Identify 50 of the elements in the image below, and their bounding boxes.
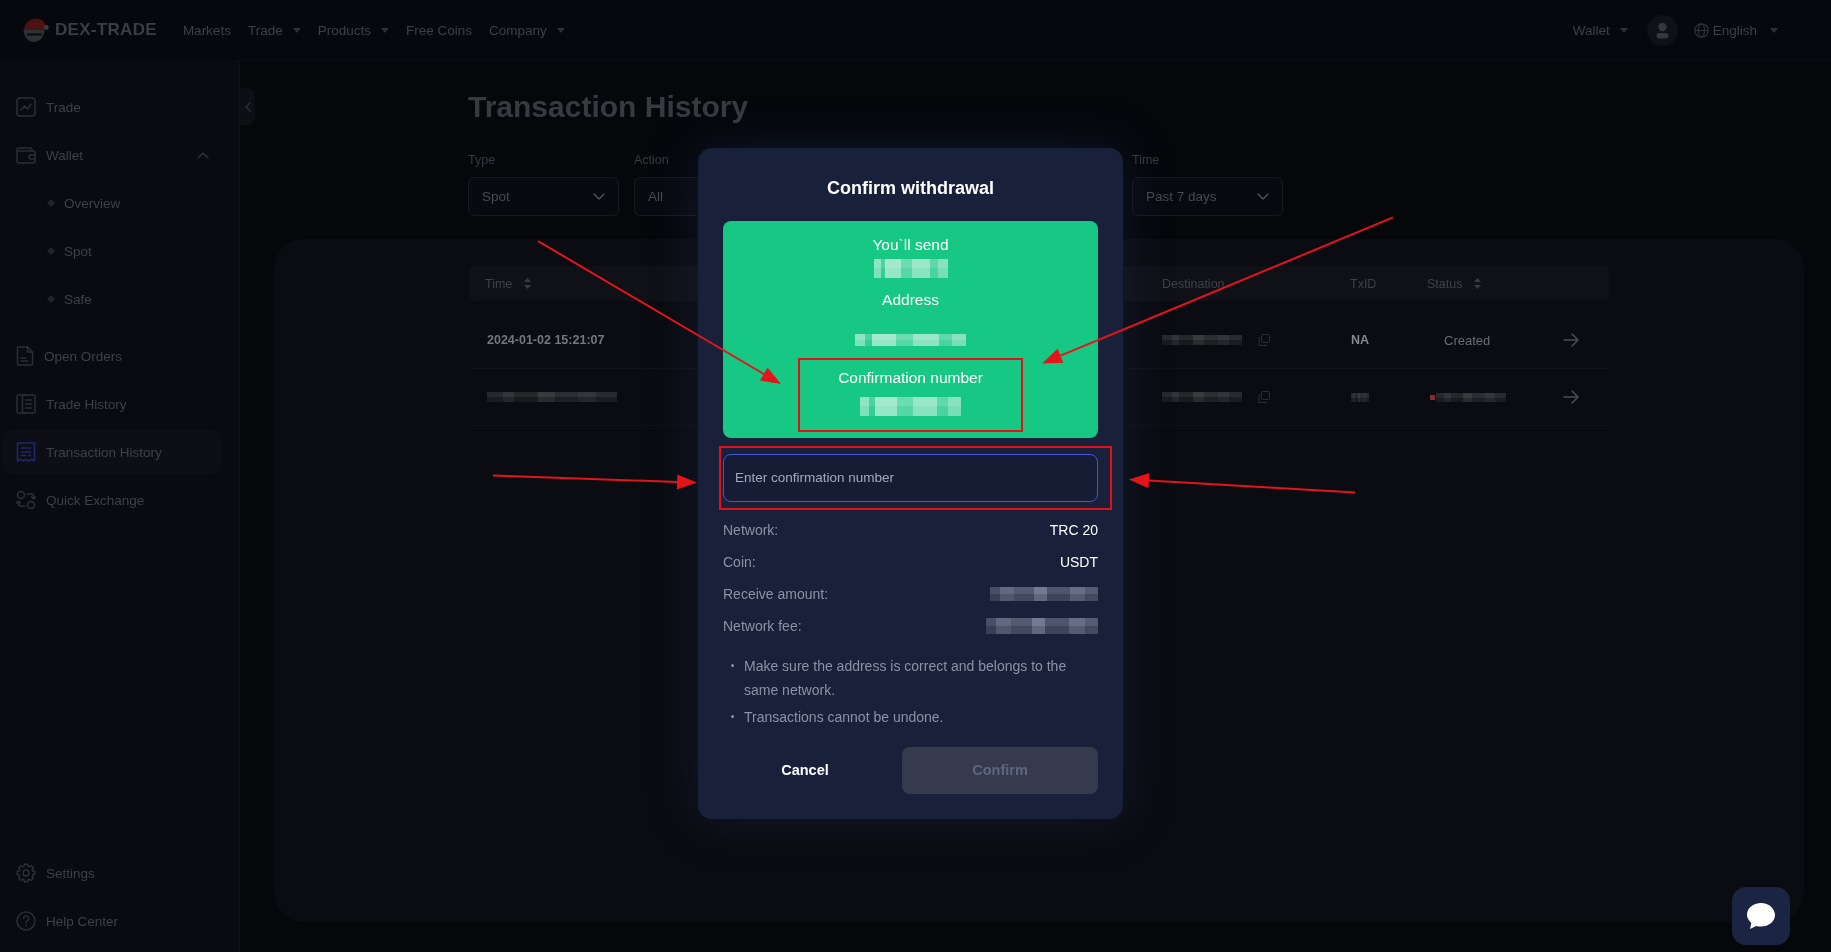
detail-label: Receive amount: <box>723 585 829 602</box>
chevron-left-icon <box>244 101 251 112</box>
summary-label: Confirmation number <box>838 367 983 388</box>
nav-link[interactable]: Free Coins <box>405 22 472 38</box>
wallet-icon <box>16 146 36 164</box>
globe-icon <box>1693 22 1709 38</box>
filter-dropdown[interactable]: Past 7 days <box>1132 177 1283 216</box>
filter-dropdown[interactable]: Spot <box>468 177 619 216</box>
confirmation-input[interactable]: Enter confirmation number <box>723 453 1098 502</box>
arrow-right-icon[interactable] <box>1563 333 1579 347</box>
diamond-icon <box>47 295 55 303</box>
detail-value: USDT <box>1059 553 1098 570</box>
wallet-menu[interactable]: Wallet <box>1572 22 1628 38</box>
diamond-icon <box>47 199 55 207</box>
nav-link[interactable]: Company <box>488 22 565 38</box>
detail-label: Network: <box>723 521 779 538</box>
speech-bubble-icon <box>1746 902 1776 930</box>
cancel-button[interactable]: Cancel <box>723 746 887 794</box>
summary-label: Address <box>882 289 939 310</box>
nav-link[interactable]: Markets <box>182 22 231 38</box>
bullet-icon <box>731 664 734 667</box>
exchange-arrows-icon <box>16 490 36 510</box>
chat-button[interactable] <box>1732 887 1790 945</box>
logo-icon <box>21 17 49 43</box>
dialog-title: Confirm withdrawal <box>826 176 995 200</box>
collapse-sidebar-button[interactable] <box>240 88 255 125</box>
copy-icon[interactable] <box>1258 334 1270 346</box>
question-mark-icon <box>16 911 36 931</box>
detail-value: TRC 20 <box>1049 521 1098 538</box>
txid-value: NA <box>1351 333 1370 347</box>
copy-icon[interactable] <box>1258 391 1270 403</box>
bullet-icon <box>731 715 734 718</box>
language-selector[interactable]: English <box>1693 22 1778 38</box>
note-text: Make sure the address is correct and belongs to the same network. <box>744 656 1068 700</box>
filter-dropdown[interactable]: All <box>634 177 697 216</box>
nav-link[interactable]: Products <box>317 22 389 38</box>
settings-icon <box>16 863 36 883</box>
status-value: Created <box>1444 332 1491 348</box>
avatar-icon[interactable] <box>1646 14 1678 46</box>
arrow-right-icon[interactable] <box>1563 390 1579 404</box>
list-icon <box>16 394 36 414</box>
receipt-icon <box>16 442 36 462</box>
detail-label: Coin: <box>723 553 756 570</box>
detail-label: Network fee: <box>723 617 802 634</box>
nav-link[interactable]: Trade <box>247 22 301 38</box>
summary-label: You`ll send <box>872 234 949 255</box>
time-value: 2024-01-02 15:21:07 <box>487 333 605 347</box>
note-text: Transactions cannot be undone. <box>744 707 944 727</box>
document-icon <box>16 346 34 366</box>
diamond-icon <box>47 247 55 255</box>
